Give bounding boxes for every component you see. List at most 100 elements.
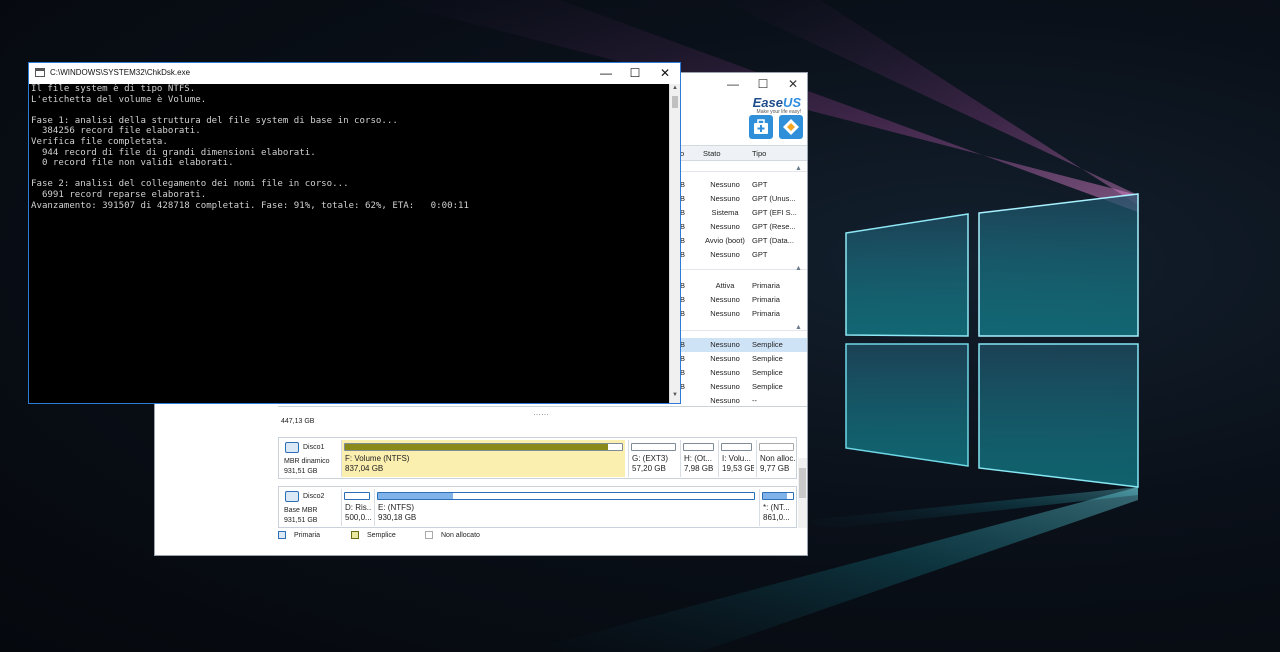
windows-logo xyxy=(845,193,1139,488)
disk-row-disco2[interactable]: Disco2 Base MBR 931,51 GB D: Ris... 500,… xyxy=(278,486,797,528)
partition-size: 57,20 GB xyxy=(632,464,666,473)
partition-e-ntfs[interactable]: E: (NTFS) 930,18 GB xyxy=(374,489,757,526)
disk-info: Disco2 Base MBR 931,51 GB xyxy=(279,487,339,527)
table-row[interactable]: B Nessuno Semplice xyxy=(679,352,807,366)
column-header-stato[interactable]: Stato xyxy=(703,149,721,158)
partition-label: G: (EXT3) xyxy=(632,454,669,463)
table-row[interactable]: B Nessuno GPT (Unus... xyxy=(679,192,807,206)
cell-tipo: Semplice xyxy=(752,354,783,363)
legend-simple-label: Semplice xyxy=(367,532,396,539)
partition-label: H: (Ot... xyxy=(684,454,712,463)
table-row[interactable]: B Nessuno Semplice xyxy=(679,380,807,394)
table-row[interactable]: B Nessuno GPT xyxy=(679,248,807,262)
upgrade-button[interactable] xyxy=(779,115,803,139)
scroll-up-icon[interactable]: ▲ xyxy=(670,85,680,95)
legend-unallocated-label: Non allocato xyxy=(441,532,480,539)
logo-prefix: Ease xyxy=(752,95,783,110)
console-output[interactable]: Il file system è di tipo NTFS. L'etichett… xyxy=(30,84,669,403)
legend-primary-swatch xyxy=(278,531,286,539)
partition-label: D: Ris... xyxy=(345,503,372,512)
cell-tipo: Primaria xyxy=(752,281,780,290)
disk-icon xyxy=(285,442,299,453)
easeus-maximize-button[interactable]: ☐ xyxy=(748,75,778,93)
splitter-grip-icon[interactable]: …… xyxy=(533,408,549,417)
console-line: 6991 record reparse elaborati. xyxy=(31,189,207,200)
disk-info: Disco1 MBR dinamico 931,51 GB xyxy=(279,438,339,478)
scrollbar-thumb[interactable] xyxy=(672,96,678,108)
easeus-logo: EaseUS Make your life easy! xyxy=(753,95,801,115)
cell-stato: Nessuno xyxy=(710,309,740,318)
disk-map-scrollbar[interactable] xyxy=(798,458,807,528)
usage-bar xyxy=(759,443,794,451)
partition-size: 9,77 GB xyxy=(760,464,790,473)
group-collapse-icon[interactable]: ▲ xyxy=(795,265,802,272)
cell-stato: Sistema xyxy=(711,208,739,217)
console-scrollbar[interactable]: ▲ ▼ xyxy=(669,84,680,403)
cell-stato: Nessuno xyxy=(710,194,740,203)
cell-tipo: GPT (Data... xyxy=(752,236,794,245)
table-row[interactable]: B Avvio (boot) GPT (Data... xyxy=(679,234,807,248)
console-title: C:\WINDOWS\SYSTEM32\ChkDsk.exe xyxy=(50,68,191,77)
scroll-down-icon[interactable]: ▼ xyxy=(670,392,680,402)
console-close-button[interactable]: ✕ xyxy=(650,65,680,82)
console-line: 384256 record file elaborati. xyxy=(31,126,201,137)
cell-stato: Nessuno xyxy=(710,180,740,189)
cell-stato: Avvio (boot) xyxy=(705,236,745,245)
partition-g-ext3[interactable]: G: (EXT3) 57,20 GB xyxy=(628,440,678,477)
cell-tipo: Semplice xyxy=(752,340,783,349)
table-row[interactable]: B Nessuno Primaria xyxy=(679,307,807,321)
scrollbar-thumb[interactable] xyxy=(799,468,806,498)
table-row[interactable]: B Nessuno GPT xyxy=(679,178,807,192)
partition-size: 19,53 GB xyxy=(722,464,754,473)
easeus-minimize-button[interactable]: — xyxy=(718,75,748,93)
console-maximize-button[interactable]: ☐ xyxy=(620,65,650,82)
console-line: Fase 2: analisi del collegamento dei nom… xyxy=(31,179,349,190)
partition-size: 861,0... xyxy=(763,513,790,522)
partition-star-ntfs[interactable]: *: (NT... 861,0... xyxy=(759,489,796,526)
usage-bar xyxy=(631,443,676,451)
table-row[interactable]: B Nessuno Semplice xyxy=(679,338,807,352)
partition-i-volume[interactable]: I: Volu... 19,53 GB xyxy=(718,440,754,477)
console-minimize-button[interactable]: — xyxy=(591,65,621,82)
disk-row-disco1[interactable]: Disco1 MBR dinamico 931,51 GB F: Volume … xyxy=(278,437,797,479)
disk-map-splitter[interactable]: 447,13 GB …… xyxy=(278,406,807,426)
column-header-tipo[interactable]: Tipo xyxy=(752,149,766,158)
console-line: 0 record file non validi elaborati. xyxy=(31,158,234,169)
console-app-icon xyxy=(35,68,45,77)
table-row[interactable]: B Nessuno Semplice xyxy=(679,366,807,380)
table-row[interactable]: B Nessuno Primaria xyxy=(679,293,807,307)
partition-d[interactable]: D: Ris... 500,0... xyxy=(341,489,372,526)
toolkit-button[interactable] xyxy=(749,115,773,139)
group-collapse-icon[interactable]: ▲ xyxy=(795,324,802,331)
table-row[interactable]: B Attiva Primaria xyxy=(679,279,807,293)
usage-bar xyxy=(377,492,755,500)
legend-unallocated-swatch xyxy=(425,531,433,539)
easeus-close-button[interactable]: ✕ xyxy=(778,75,808,93)
legend-simple-swatch xyxy=(351,531,359,539)
table-row[interactable]: B Nessuno GPT (Rese... xyxy=(679,220,807,234)
console-line: Il file system è di tipo NTFS. xyxy=(31,84,196,94)
cell-tipo: Semplice xyxy=(752,368,783,377)
cell-stato: Nessuno xyxy=(710,382,740,391)
chkdsk-console-window: C:\WINDOWS\SYSTEM32\ChkDsk.exe — ☐ ✕ Il … xyxy=(28,62,681,404)
usage-bar xyxy=(683,443,714,451)
partition-size: 500,0... xyxy=(345,513,372,522)
logo-suffix: US xyxy=(782,95,801,110)
disk-type: MBR dinamico xyxy=(284,458,330,465)
partition-label: Non alloc... xyxy=(760,454,796,463)
cut-size-label: 447,13 GB xyxy=(281,418,315,425)
partition-size: 930,18 GB xyxy=(378,513,417,522)
partition-h[interactable]: H: (Ot... 7,98 GB xyxy=(680,440,716,477)
partition-unallocated[interactable]: Non alloc... 9,77 GB xyxy=(756,440,796,477)
console-titlebar[interactable]: C:\WINDOWS\SYSTEM32\ChkDsk.exe — ☐ ✕ xyxy=(29,63,680,84)
usage-bar xyxy=(344,443,623,451)
partition-table-header: o Stato Tipo xyxy=(679,145,807,161)
table-row[interactable]: B Sistema GPT (EFI S... xyxy=(679,206,807,220)
partition-size: 837,04 GB xyxy=(345,464,384,473)
disk-size: 931,51 GB xyxy=(284,517,318,524)
usage-bar xyxy=(762,492,794,500)
toolkit-icon xyxy=(754,119,768,134)
partition-f-volume[interactable]: F: Volume (NTFS) 837,04 GB xyxy=(341,440,625,477)
